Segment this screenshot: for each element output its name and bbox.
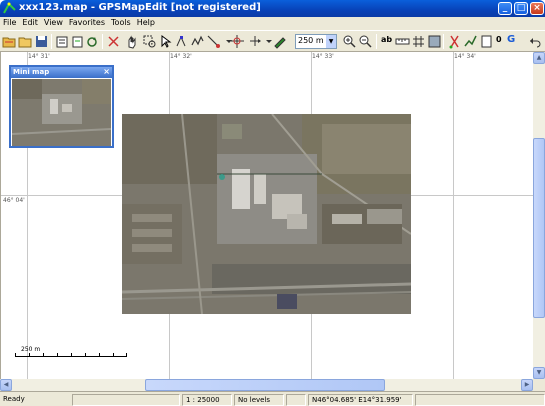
pen-icon[interactable]: [272, 34, 287, 49]
status-scale: 1 : 25000: [182, 394, 232, 406]
navigate-icon[interactable]: [248, 34, 263, 49]
polyline-icon[interactable]: [190, 34, 205, 49]
document-icon[interactable]: [479, 34, 494, 49]
scale-tick: [29, 353, 30, 357]
longitude-label: 14° 34': [454, 53, 476, 60]
scale-tick: [71, 353, 72, 357]
mini-map-title-bar[interactable]: Mini map ×: [11, 67, 112, 78]
window-title: xxx123.map - GPSMapEdit [not registered]: [19, 2, 261, 13]
scroll-down-icon[interactable]: ▼: [533, 367, 545, 379]
undo-icon[interactable]: [527, 34, 542, 49]
status-empty: [286, 394, 306, 406]
label-toggle-button[interactable]: ab: [381, 35, 392, 44]
scroll-up-icon[interactable]: ▲: [533, 52, 545, 64]
toolbar-separator: [51, 34, 52, 49]
status-empty: [72, 394, 180, 406]
scale-tick: [99, 353, 100, 357]
toolbar-separator: [443, 34, 444, 49]
scale-tick: [15, 353, 16, 357]
scale-bar: 250 m: [15, 346, 127, 358]
crosshair-icon[interactable]: [230, 34, 245, 49]
scrollbar-corner: [533, 379, 545, 391]
status-coordinates: N46°04.685' E14°31.959': [308, 394, 413, 406]
title-bar: xxx123.map - GPSMapEdit [not registered]…: [0, 0, 545, 17]
grid-line: [453, 52, 454, 379]
save-icon[interactable]: [34, 34, 49, 49]
counter-label[interactable]: 0: [496, 35, 502, 44]
draw-line-icon[interactable]: [206, 34, 221, 49]
import-icon[interactable]: [70, 34, 85, 49]
toolbar-separator: [376, 34, 377, 49]
open-folder-icon[interactable]: [2, 34, 17, 49]
scale-tick: [57, 353, 58, 357]
hand-icon[interactable]: [125, 34, 140, 49]
waypoint-icon[interactable]: [447, 34, 462, 49]
scale-tick: [43, 353, 44, 357]
close-icon[interactable]: ×: [103, 67, 110, 76]
grid-icon[interactable]: [411, 34, 426, 49]
zoom-in-icon[interactable]: [342, 34, 357, 49]
menu-file[interactable]: File: [0, 17, 19, 30]
maximize-button[interactable]: □: [514, 2, 528, 15]
menu-tools[interactable]: Tools: [108, 17, 134, 30]
app-icon: [3, 2, 16, 15]
zoom-select-icon[interactable]: [142, 34, 157, 49]
select-arrow-icon[interactable]: [158, 34, 173, 49]
horizontal-scroll-thumb[interactable]: [145, 379, 385, 391]
vertical-scrollbar[interactable]: ▲ ▼: [533, 52, 545, 379]
menu-favorites[interactable]: Favorites: [66, 17, 108, 30]
close-button[interactable]: ×: [530, 2, 544, 15]
status-levels: No levels: [234, 394, 284, 406]
status-ready: Ready: [3, 395, 25, 403]
menu-view[interactable]: View: [41, 17, 66, 30]
chevron-down-icon[interactable]: ▼: [326, 35, 336, 48]
properties-icon[interactable]: [55, 34, 70, 49]
mini-map-title: Mini map: [13, 68, 50, 76]
image-icon[interactable]: [427, 34, 442, 49]
satellite-image: [122, 114, 411, 314]
latitude-label: 46° 04': [3, 197, 25, 204]
scissors-icon[interactable]: [106, 34, 121, 49]
menu-bar: File Edit View Favorites Tools Help: [0, 17, 545, 30]
longitude-label: 14° 33': [312, 53, 334, 60]
horizontal-scrollbar[interactable]: ◀ ▶: [0, 379, 533, 391]
vertical-scroll-thumb[interactable]: [533, 138, 545, 318]
zoom-level-select[interactable]: 250 m ▼: [295, 34, 337, 49]
scale-tick: [113, 353, 114, 357]
longitude-label: 14° 31': [28, 53, 50, 60]
map-canvas[interactable]: 14° 31' 14° 32' 14° 33' 14° 34' 46° 04': [0, 52, 533, 379]
zoom-level-value: 250 m: [298, 36, 324, 45]
mini-map-panel[interactable]: Mini map ×: [9, 65, 114, 148]
scale-tick: [126, 353, 127, 357]
ruler-icon[interactable]: [395, 34, 410, 49]
scale-label: 250 m: [21, 346, 41, 353]
status-empty: [415, 394, 545, 406]
zoom-out-icon[interactable]: [358, 34, 373, 49]
scale-tick: [85, 353, 86, 357]
track-icon[interactable]: [463, 34, 478, 49]
open-icon[interactable]: [18, 34, 33, 49]
menu-edit[interactable]: Edit: [19, 17, 41, 30]
refresh-icon[interactable]: [85, 34, 100, 49]
menu-help[interactable]: Help: [134, 17, 158, 30]
longitude-label: 14° 32': [170, 53, 192, 60]
mini-map-image[interactable]: [12, 79, 111, 146]
toolbar: 250 m ▼ ab 0 G: [0, 30, 545, 52]
scroll-right-icon[interactable]: ▶: [521, 379, 533, 391]
move-node-icon[interactable]: [174, 34, 189, 49]
status-bar: Ready 1 : 25000 No levels N46°04.685' E1…: [0, 391, 545, 406]
toolbar-separator: [102, 34, 103, 49]
scroll-left-icon[interactable]: ◀: [0, 379, 12, 391]
google-icon[interactable]: G: [507, 34, 515, 45]
minimize-button[interactable]: _: [498, 2, 512, 15]
